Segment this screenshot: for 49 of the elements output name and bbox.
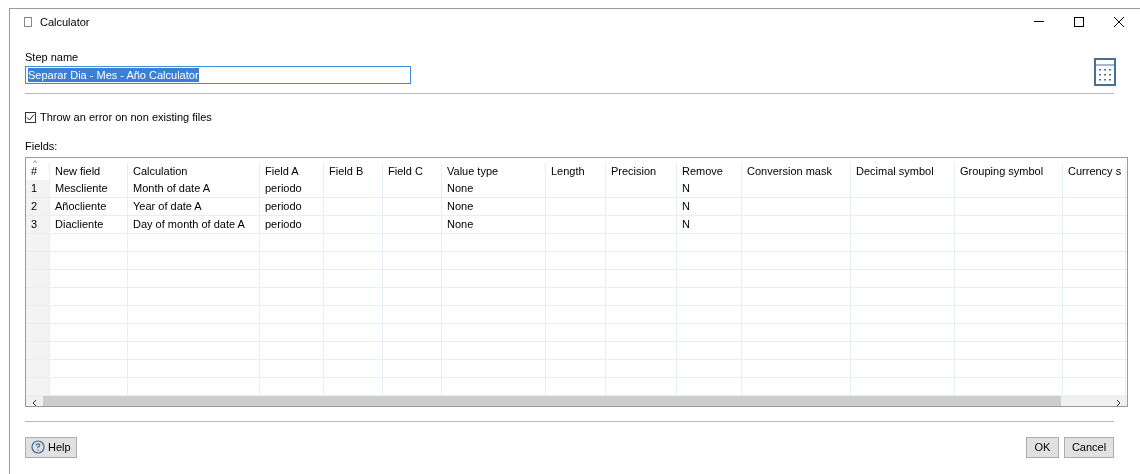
row-number: 1 <box>26 179 50 197</box>
table-cell: Day of month of date A <box>133 217 245 230</box>
column-header[interactable]: Grouping symbol <box>960 164 1044 177</box>
table-cell: None <box>447 181 474 194</box>
column-header[interactable]: Conversion mask <box>747 164 832 177</box>
table-cell: None <box>447 199 474 212</box>
window-icon <box>24 17 32 27</box>
table-cell: N <box>682 181 690 194</box>
maximize-icon[interactable] <box>1074 17 1084 27</box>
help-button[interactable]: Help <box>25 436 77 458</box>
fields-label: Fields: <box>25 138 59 153</box>
calculator-icon <box>1094 58 1116 86</box>
table-cell: Diacliente <box>55 217 104 230</box>
column-header[interactable]: New field <box>55 164 101 177</box>
table-cell: periodo <box>265 199 302 212</box>
column-header[interactable]: Remove <box>682 164 723 177</box>
column-header[interactable]: Field B <box>329 164 364 177</box>
close-icon[interactable] <box>1114 17 1124 27</box>
minimize-icon[interactable] <box>1034 21 1044 23</box>
checkbox-label: Throw an error on non existing files <box>40 110 212 125</box>
table-cell: N <box>682 199 690 212</box>
horizontal-scrollbar[interactable] <box>26 395 1127 406</box>
column-header[interactable]: Field A <box>265 164 299 177</box>
table-cell: Añocliente <box>55 199 107 212</box>
column-header[interactable]: Precision <box>611 164 657 177</box>
table-cell: N <box>682 217 690 230</box>
column-header[interactable]: Length <box>551 164 585 177</box>
help-icon <box>31 440 45 454</box>
checkbox[interactable] <box>25 111 36 123</box>
table-cell: periodo <box>265 181 302 194</box>
table-cell: Month of date A <box>133 181 211 194</box>
column-header[interactable]: Currency s <box>1068 164 1122 177</box>
column-header[interactable]: Decimal symbol <box>856 164 934 177</box>
column-header[interactable]: Calculation <box>133 164 188 177</box>
table-cell: None <box>447 217 474 230</box>
column-header[interactable]: # <box>31 164 38 177</box>
step-name-field[interactable]: Separar Dia - Mes - Año Calculator <box>25 66 411 84</box>
ok-button[interactable]: OK <box>1026 436 1059 458</box>
cancel-button[interactable]: Cancel <box>1064 436 1114 458</box>
window-title: Calculator <box>40 14 90 30</box>
scroll-left-icon[interactable] <box>32 398 37 406</box>
table-cell: Year of date A <box>133 199 202 212</box>
table-cell: Mescliente <box>55 181 108 194</box>
scroll-right-icon[interactable] <box>1116 398 1121 406</box>
column-header[interactable]: Field C <box>388 164 423 177</box>
sort-indicator: ^ <box>33 157 37 167</box>
step-name-label: Step name <box>25 50 80 64</box>
column-header[interactable]: Value type <box>447 164 499 177</box>
table-cell: periodo <box>265 217 302 230</box>
